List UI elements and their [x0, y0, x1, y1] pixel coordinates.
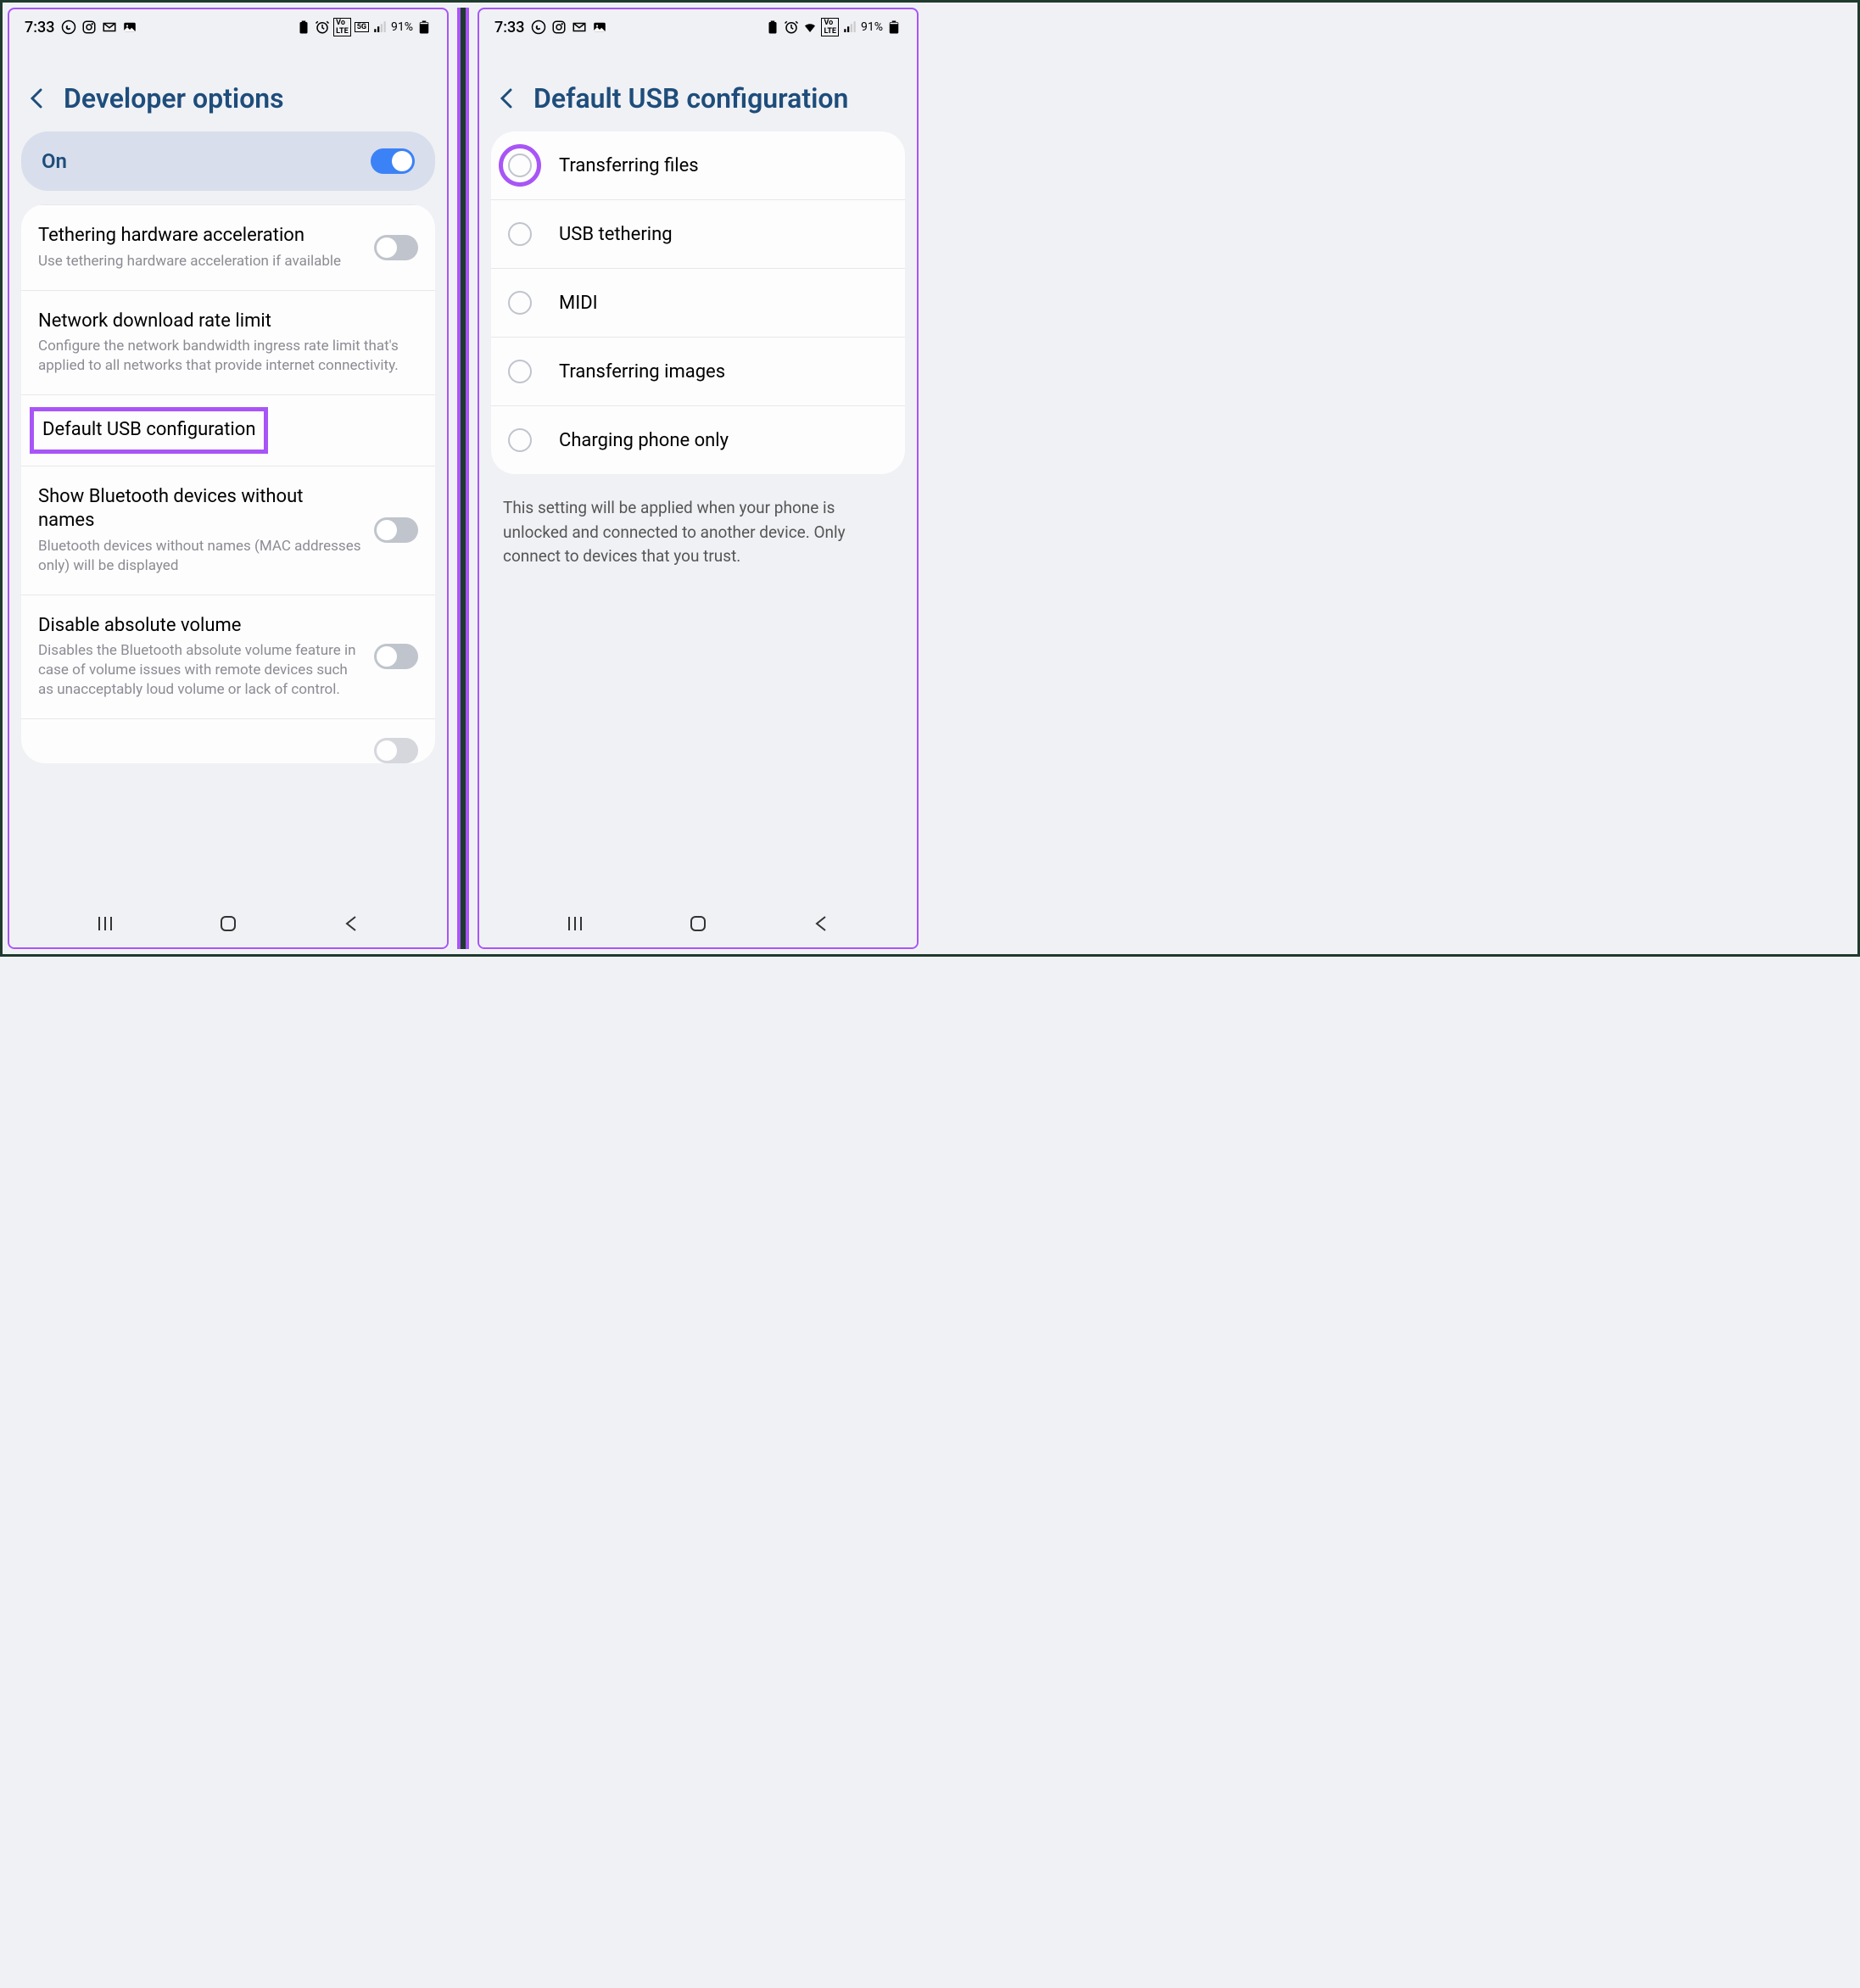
- signal-icon: [842, 20, 857, 35]
- usb-options-list: Transferring files USB tethering MIDI Tr…: [491, 131, 905, 474]
- setting-network-rate[interactable]: Network download rate limit Configure th…: [21, 291, 435, 395]
- radio-label: Charging phone only: [559, 430, 729, 451]
- setting-absolute-volume[interactable]: Disable absolute volume Disables the Blu…: [21, 595, 435, 719]
- option-transferring-images[interactable]: Transferring images: [491, 338, 905, 406]
- nav-recents[interactable]: [564, 913, 586, 935]
- battery-icon: [886, 20, 902, 35]
- master-toggle-label: On: [42, 149, 67, 173]
- battery-saver-icon: [765, 20, 780, 35]
- nav-bar: [9, 900, 447, 947]
- nav-bar: [479, 900, 917, 947]
- nav-home[interactable]: [687, 913, 709, 935]
- battery-icon: [416, 20, 432, 35]
- setting-title: Default USB configuration: [30, 407, 268, 454]
- page-title: Developer options: [64, 82, 284, 114]
- setting-desc: Disables the Bluetooth absolute volume f…: [38, 641, 364, 700]
- setting-default-usb[interactable]: Default USB configuration: [21, 395, 435, 466]
- nav-back[interactable]: [340, 913, 362, 935]
- status-bar: 7:33 VoLTE 91%: [479, 9, 917, 42]
- info-text: This setting will be applied when your p…: [479, 474, 917, 591]
- setting-partial[interactable]: [21, 719, 435, 763]
- setting-title: Disable absolute volume: [38, 614, 364, 639]
- setting-tethering-hw[interactable]: Tethering hardware acceleration Use teth…: [21, 205, 435, 291]
- setting-title: Tethering hardware acceleration: [38, 224, 364, 248]
- radio-label: MIDI: [559, 293, 598, 314]
- image-icon: [592, 20, 607, 35]
- volte-icon: VoLTE: [821, 18, 839, 36]
- header: Developer options: [9, 42, 447, 131]
- setting-bluetooth-names[interactable]: Show Bluetooth devices without names Blu…: [21, 466, 435, 595]
- setting-toggle[interactable]: [374, 235, 418, 260]
- whatsapp-icon: [531, 20, 546, 35]
- battery-saver-icon: [296, 20, 311, 35]
- status-time: 7:33: [25, 19, 54, 36]
- phone-screen-2: 7:33 VoLTE 91% Default USB configuration: [478, 8, 919, 949]
- option-charging-only[interactable]: Charging phone only: [491, 406, 905, 474]
- header: Default USB configuration: [479, 42, 917, 131]
- setting-toggle[interactable]: [374, 644, 418, 669]
- setting-toggle[interactable]: [374, 738, 418, 763]
- volte-icon: VoLTE: [333, 18, 351, 36]
- gmail-icon: [572, 20, 587, 35]
- wifi-icon: [802, 20, 818, 35]
- nav-back[interactable]: [810, 913, 832, 935]
- instagram-icon: [551, 20, 567, 35]
- settings-list: Tethering hardware acceleration Use teth…: [21, 204, 435, 763]
- instagram-icon: [81, 20, 97, 35]
- phone-screen-1: 7:33 VoLTE 5G 91% Developer options On: [8, 8, 449, 949]
- 5g-icon: 5G: [355, 22, 369, 32]
- radio-icon: [508, 291, 532, 315]
- battery-percent: 91%: [861, 20, 883, 34]
- setting-title: Network download rate limit: [38, 310, 408, 334]
- option-usb-tethering[interactable]: USB tethering: [491, 200, 905, 269]
- image-divider: [457, 8, 469, 949]
- status-time: 7:33: [494, 19, 524, 36]
- page-title: Default USB configuration: [533, 82, 848, 114]
- image-icon: [122, 20, 137, 35]
- master-toggle-switch[interactable]: [371, 148, 415, 174]
- option-midi[interactable]: MIDI: [491, 269, 905, 338]
- signal-icon: [372, 20, 388, 35]
- battery-percent: 91%: [391, 20, 413, 34]
- status-bar: 7:33 VoLTE 5G 91%: [9, 9, 447, 42]
- radio-label: Transferring files: [559, 155, 699, 176]
- nav-recents[interactable]: [94, 913, 116, 935]
- setting-desc: Use tethering hardware acceleration if a…: [38, 252, 364, 271]
- gmail-icon: [102, 20, 117, 35]
- setting-desc: Configure the network bandwidth ingress …: [38, 337, 408, 376]
- radio-label: Transferring images: [559, 361, 725, 383]
- setting-desc: Bluetooth devices without names (MAC add…: [38, 537, 364, 576]
- radio-label: USB tethering: [559, 224, 673, 245]
- master-toggle-card[interactable]: On: [21, 131, 435, 191]
- setting-toggle[interactable]: [374, 517, 418, 543]
- alarm-icon: [784, 20, 799, 35]
- option-transferring-files[interactable]: Transferring files: [491, 131, 905, 200]
- setting-title: Show Bluetooth devices without names: [38, 485, 364, 533]
- alarm-icon: [315, 20, 330, 35]
- back-button[interactable]: [494, 87, 518, 110]
- back-button[interactable]: [25, 87, 48, 110]
- radio-icon: [508, 222, 532, 246]
- radio-icon: [508, 428, 532, 452]
- nav-home[interactable]: [217, 913, 239, 935]
- radio-icon: [508, 360, 532, 383]
- whatsapp-icon: [61, 20, 76, 35]
- radio-icon: [508, 154, 532, 177]
